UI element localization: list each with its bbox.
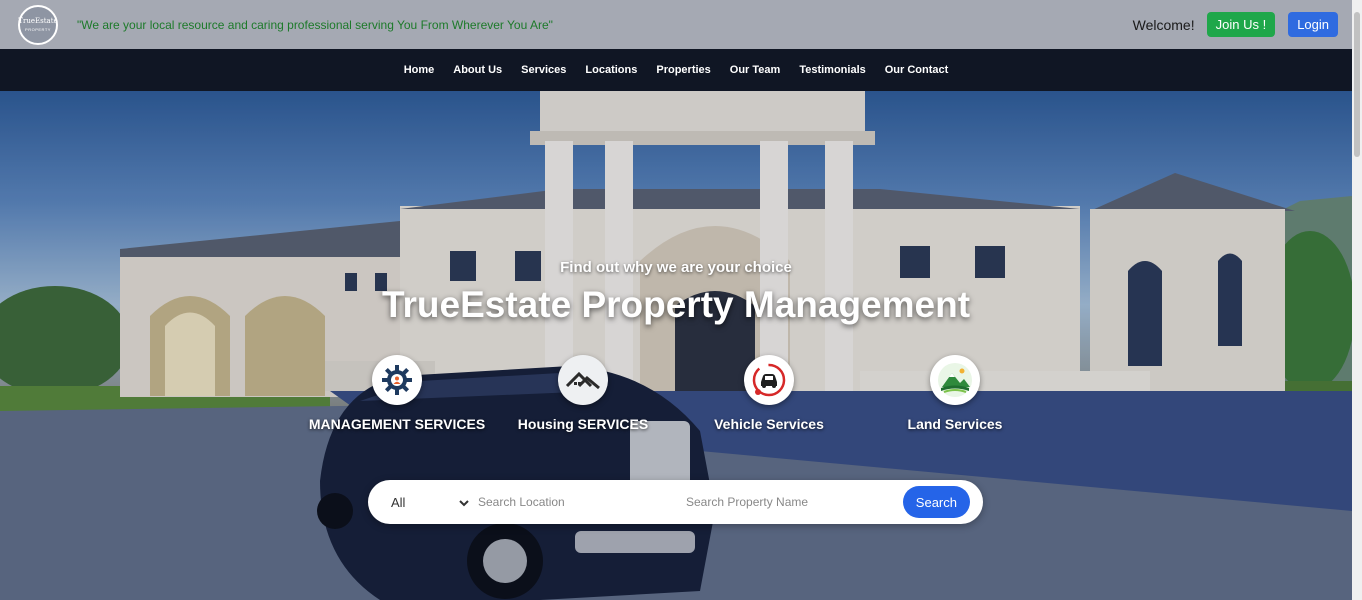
service-management[interactable]: MANAGEMENT SERVICES	[309, 355, 485, 432]
logo-subtitle: PROPERTY	[25, 26, 51, 32]
nav-item-services[interactable]: Services	[521, 64, 566, 76]
tagline: "We are your local resource and caring p…	[77, 17, 553, 32]
category-select-value: All	[391, 494, 406, 510]
search-button[interactable]: Search	[902, 486, 970, 518]
service-land[interactable]: Land Services	[875, 355, 1035, 432]
nav-item-properties[interactable]: Properties	[656, 64, 710, 76]
category-select[interactable]: All	[391, 495, 469, 510]
scrollbar-thumb[interactable]	[1354, 12, 1360, 157]
gear-person-icon	[372, 355, 422, 405]
login-button[interactable]: Login	[1288, 12, 1338, 37]
search-location-input[interactable]	[478, 495, 686, 509]
nav-item-locations[interactable]: Locations	[585, 64, 637, 76]
nav-item-testimonials[interactable]: Testimonials	[799, 64, 865, 76]
logo-brand: TrueEstate	[18, 16, 58, 25]
service-vehicle-label: Vehicle Services	[714, 416, 824, 432]
hero-section: Find out why we are your choice TrueEsta…	[0, 91, 1352, 600]
car-wrench-icon	[744, 355, 794, 405]
logo[interactable]: TrueEstate PROPERTY	[18, 4, 58, 45]
mountain-landscape-icon	[930, 355, 980, 405]
service-vehicle[interactable]: Vehicle Services	[689, 355, 849, 432]
main-nav: Home About Us Services Locations Propert…	[0, 49, 1352, 91]
house-roof-icon	[558, 355, 608, 405]
nav-item-about-us[interactable]: About Us	[453, 64, 502, 76]
hero-heading: TrueEstate Property Management	[381, 284, 971, 325]
property-search-bar: All Search	[368, 480, 983, 524]
service-land-label: Land Services	[907, 416, 1003, 432]
account-area: Welcome! Join Us ! Login	[1133, 12, 1338, 37]
join-us-button[interactable]: Join Us !	[1206, 12, 1276, 37]
service-housing[interactable]: Housing SERVICES	[503, 355, 663, 432]
nav-item-our-team[interactable]: Our Team	[730, 64, 781, 76]
hero-subheading: Find out why we are your choice	[560, 259, 792, 276]
chevron-down-icon	[459, 495, 469, 510]
service-management-label: MANAGEMENT SERVICES	[308, 416, 486, 432]
search-property-input[interactable]	[686, 495, 894, 509]
welcome-text: Welcome!	[1132, 16, 1195, 33]
nav-item-home[interactable]: Home	[404, 64, 435, 76]
nav-item-our-contact[interactable]: Our Contact	[885, 64, 949, 76]
service-housing-label: Housing SERVICES	[517, 416, 649, 432]
top-bar: TrueEstate PROPERTY "We are your local r…	[0, 0, 1352, 49]
page-scrollbar[interactable]	[1352, 0, 1362, 600]
